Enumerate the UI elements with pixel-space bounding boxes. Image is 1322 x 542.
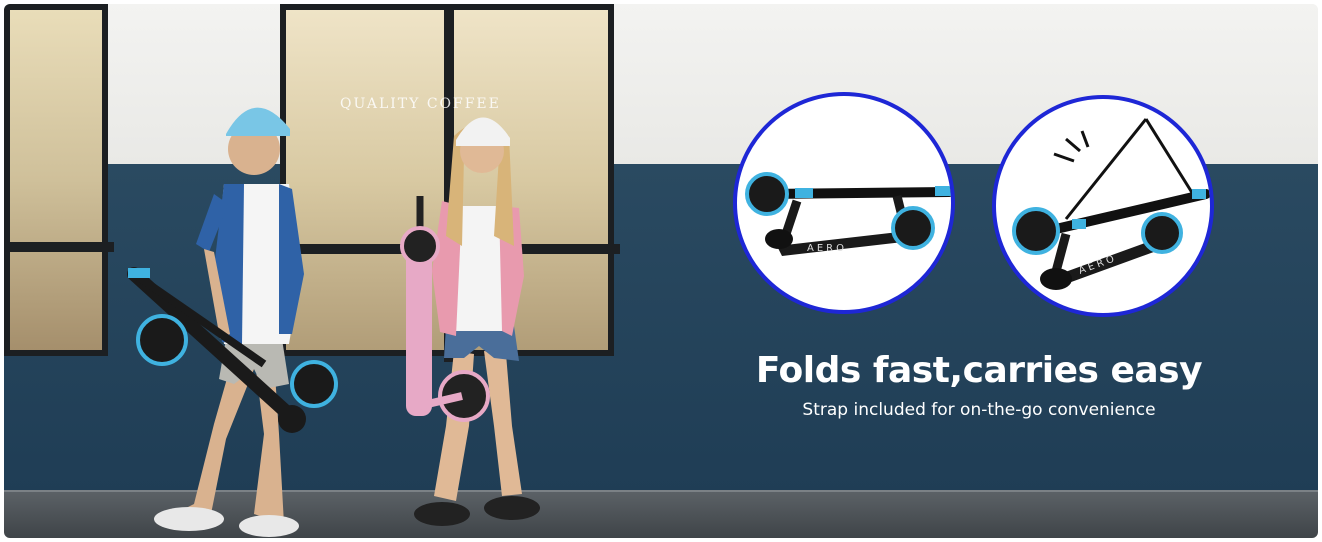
brand-label: AERO <box>807 243 847 254</box>
headline: Folds fast,carries easy <box>755 350 1203 391</box>
folded-scooter-circle: AERO <box>733 92 955 314</box>
folded-scooter-with-strap-icon: AERO <box>1012 118 1210 290</box>
boy-with-folded-scooter <box>127 107 338 537</box>
girl-with-pink-scooter <box>400 117 540 526</box>
subheadline: Strap included for on-the-go convenience <box>802 400 1156 420</box>
folded-scooter-strap-circle: AERO <box>992 95 1214 317</box>
window-mullion <box>10 242 114 252</box>
brand-label: AERO <box>1077 253 1118 277</box>
folded-scooter-icon: AERO <box>745 172 951 256</box>
cafe-window-left <box>4 4 114 356</box>
product-banner: QUALITY COFFEE AERO AERO Folds fast,carr… <box>4 4 1318 538</box>
